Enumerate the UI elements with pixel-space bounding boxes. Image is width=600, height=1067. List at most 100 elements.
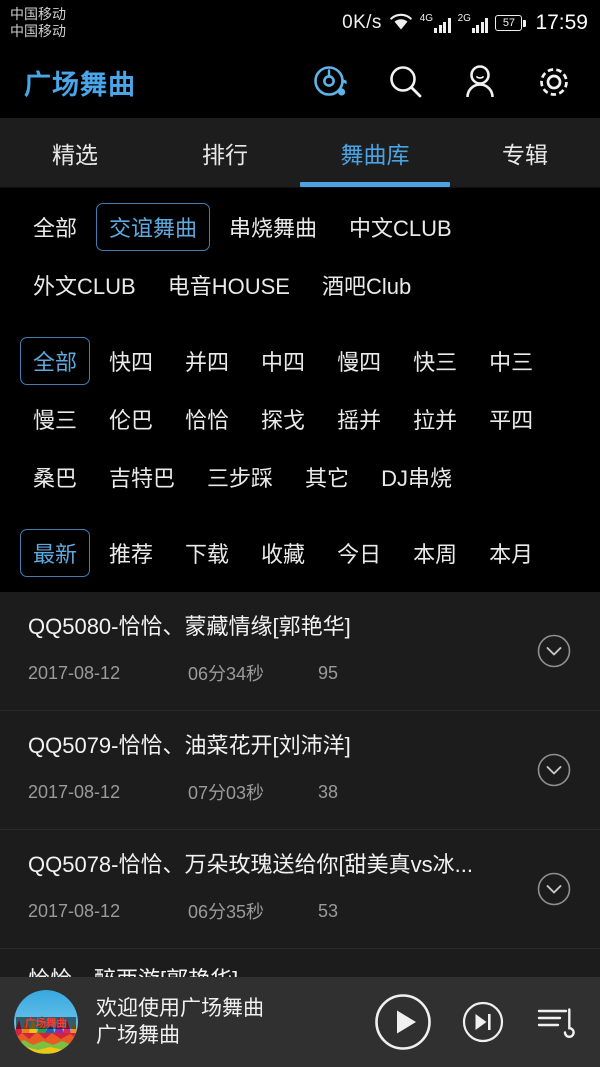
- header-actions: [312, 62, 582, 102]
- chevron-down-circle-icon[interactable]: [536, 633, 572, 669]
- song-duration: 06分34秒: [188, 664, 265, 685]
- filter-chip-sort-1[interactable]: 推荐: [96, 529, 166, 577]
- search-icon[interactable]: [386, 62, 426, 102]
- player-subtitle: 广场舞曲: [96, 1024, 180, 1047]
- network-speed: 0K/s: [342, 12, 382, 33]
- filter-group-sort: 最新 推荐 下载 收藏 今日 本周 本月: [20, 524, 580, 588]
- tab-label: 专辑: [502, 141, 548, 168]
- filter-chip-style-11[interactable]: 摇并: [324, 395, 394, 443]
- filter-chip-style-12[interactable]: 拉并: [400, 395, 470, 443]
- carrier-sim1: 中国移动: [10, 6, 66, 23]
- category-chip-row: 全部 交谊舞曲 串烧舞曲 中文CLUB 外文CLUB 电音HOUSE 酒吧Clu…: [20, 198, 580, 314]
- song-title: QQ5080-恰恰、蒙藏情缘[郭艳华]: [28, 614, 351, 639]
- filter-chip-style-2[interactable]: 并四: [172, 337, 242, 385]
- app-screen: 中国移动 中国移动 0K/s 4G 2G 57 17:59 广场舞曲 精选 排行…: [0, 0, 600, 1067]
- song-meta: 2017-08-12 07分03秒 38: [28, 779, 580, 805]
- battery-level: 57: [495, 15, 523, 31]
- sort-chip-row: 最新 推荐 下载 收藏 今日 本周 本月: [20, 524, 580, 582]
- filter-chip-style-15[interactable]: 吉特巴: [96, 453, 188, 501]
- wifi-icon: [389, 12, 413, 35]
- carrier-sim2: 中国移动: [10, 23, 66, 39]
- filter-chip-category-3[interactable]: 中文CLUB: [336, 203, 465, 251]
- filter-chip-style-8[interactable]: 伦巴: [96, 395, 166, 443]
- page-title: 广场舞曲: [24, 69, 136, 100]
- list-item[interactable]: QQ5079-恰恰、油菜花开[刘沛洋] 2017-08-12 07分03秒 38: [0, 711, 600, 830]
- filter-chip-style-0[interactable]: 全部: [20, 337, 91, 385]
- status-bar: 中国移动 中国移动 0K/s 4G 2G 57 17:59: [0, 0, 600, 46]
- filter-chip-sort-2[interactable]: 下载: [172, 529, 242, 577]
- filter-chip-category-6[interactable]: 酒吧Club: [309, 261, 424, 309]
- play-circle-icon[interactable]: [374, 993, 432, 1051]
- tab-label: 舞曲库: [340, 141, 410, 168]
- gear-icon[interactable]: [534, 62, 574, 102]
- chevron-down-circle-icon[interactable]: [536, 752, 572, 788]
- player-controls: [374, 993, 582, 1051]
- next-track-circle-icon[interactable]: [462, 1001, 504, 1043]
- playlist-icon[interactable]: [534, 1001, 576, 1043]
- filter-chip-category-0[interactable]: 全部: [20, 203, 90, 251]
- tab-jingxuan[interactable]: 精选: [0, 118, 150, 187]
- sim2-network-label: 2G: [457, 12, 471, 24]
- status-indicators: 0K/s 4G 2G 57 17:59: [342, 11, 588, 35]
- mini-player-bar: 广场舞曲 欢迎使用广场舞曲 广场舞曲: [0, 977, 600, 1067]
- tab-label: 精选: [52, 141, 98, 168]
- filter-chip-style-16[interactable]: 三步踩: [194, 453, 286, 501]
- main-tabs: 精选 排行 舞曲库 专辑: [0, 118, 600, 188]
- filter-chip-style-4[interactable]: 慢四: [324, 337, 394, 385]
- chevron-down-circle-icon[interactable]: [536, 871, 572, 907]
- song-date: 2017-08-12: [28, 662, 121, 683]
- sim1-network-label: 4G: [419, 12, 434, 24]
- filter-chip-category-4[interactable]: 外文CLUB: [20, 261, 149, 309]
- filter-chip-category-2[interactable]: 串烧舞曲: [216, 203, 330, 251]
- filter-chip-style-5[interactable]: 快三: [400, 337, 470, 385]
- album-art[interactable]: 广场舞曲: [14, 990, 78, 1054]
- song-play-count: 95: [318, 662, 339, 683]
- song-duration: 07分03秒: [188, 783, 265, 804]
- song-date: 2017-08-12: [28, 781, 121, 802]
- filter-chip-sort-5[interactable]: 本周: [400, 529, 470, 577]
- svg-text:广场舞曲: 广场舞曲: [25, 1017, 67, 1030]
- song-play-count: 38: [318, 781, 339, 802]
- list-item[interactable]: QQ5078-恰恰、万朵玫瑰送给你[甜美真vs冰... 2017-08-12 0…: [0, 830, 600, 949]
- disc-music-icon[interactable]: [312, 62, 352, 102]
- sim2-signal-icon: 2G: [457, 12, 489, 33]
- song-title: QQ5079-恰恰、油菜花开[刘沛洋]: [28, 733, 351, 758]
- player-title: 欢迎使用广场舞曲: [96, 996, 264, 1020]
- battery-icon: 57: [495, 15, 527, 31]
- tab-zhuanji[interactable]: 专辑: [450, 118, 600, 187]
- song-play-count: 53: [318, 900, 339, 921]
- filter-chip-style-10[interactable]: 探戈: [248, 395, 318, 443]
- filter-chip-sort-4[interactable]: 今日: [324, 529, 394, 577]
- status-clock: 17:59: [535, 11, 588, 34]
- filter-group-category: 全部 交谊舞曲 串烧舞曲 中文CLUB 外文CLUB 电音HOUSE 酒吧Clu…: [20, 198, 580, 320]
- song-title: QQ5078-恰恰、万朵玫瑰送给你[甜美真vs冰...: [28, 852, 473, 877]
- filter-group-style: 全部 快四 并四 中四 慢四 快三 中三 慢三 伦巴 恰恰 探戈 摇并 拉并 平…: [20, 332, 580, 512]
- filter-chip-style-3[interactable]: 中四: [248, 337, 318, 385]
- carrier-labels: 中国移动 中国移动: [10, 6, 66, 39]
- song-list[interactable]: QQ5080-恰恰、蒙藏情缘[郭艳华] 2017-08-12 06分34秒 95…: [0, 592, 600, 989]
- tab-paihang[interactable]: 排行: [150, 118, 300, 187]
- filter-chip-style-7[interactable]: 慢三: [20, 395, 90, 443]
- song-date: 2017-08-12: [28, 900, 121, 921]
- tab-wuqu-ku[interactable]: 舞曲库: [300, 118, 450, 187]
- filter-chip-style-18[interactable]: DJ串烧: [368, 453, 465, 501]
- app-header: 广场舞曲: [0, 46, 600, 118]
- user-icon[interactable]: [460, 62, 500, 102]
- filter-chip-category-5[interactable]: 电音HOUSE: [155, 261, 303, 309]
- filter-chip-category-1[interactable]: 交谊舞曲: [96, 203, 211, 251]
- filter-chip-style-9[interactable]: 恰恰: [172, 395, 242, 443]
- list-item[interactable]: QQ5080-恰恰、蒙藏情缘[郭艳华] 2017-08-12 06分34秒 95: [0, 592, 600, 711]
- tab-label: 排行: [202, 141, 248, 168]
- filter-chip-style-14[interactable]: 桑巴: [20, 453, 90, 501]
- song-duration: 06分35秒: [188, 902, 265, 923]
- filter-chip-style-6[interactable]: 中三: [476, 337, 546, 385]
- filter-chip-sort-3[interactable]: 收藏: [248, 529, 318, 577]
- filter-chip-sort-6[interactable]: 本月: [476, 529, 546, 577]
- filter-chip-style-13[interactable]: 平四: [476, 395, 546, 443]
- filter-chip-sort-0[interactable]: 最新: [20, 529, 91, 577]
- filter-chip-style-1[interactable]: 快四: [96, 337, 166, 385]
- player-track-info: 欢迎使用广场舞曲 广场舞曲: [96, 995, 264, 1050]
- song-meta: 2017-08-12 06分35秒 53: [28, 898, 580, 924]
- sim1-signal-icon: 4G: [419, 12, 451, 33]
- filter-chip-style-17[interactable]: 其它: [292, 453, 362, 501]
